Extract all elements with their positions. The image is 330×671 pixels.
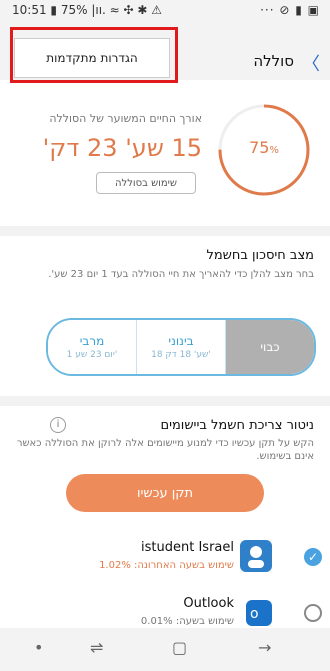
status-time: 10:51 (12, 3, 47, 17)
back-icon[interactable]: → (258, 638, 271, 657)
istudent-icon (240, 540, 272, 572)
unchecked-icon[interactable] (304, 604, 322, 622)
app-usage: שימוש בשעה: 0.01% (140, 616, 234, 627)
battery-usage-button[interactable]: שימוש בסוללה (96, 172, 196, 194)
recent-apps-icon[interactable]: ⇌ (90, 638, 103, 657)
mode-off[interactable]: כבוי (226, 320, 314, 374)
estimate-label: אורך החיים המשוער של הסוללה (49, 112, 202, 125)
list-item[interactable]: istudent Israel שימוש בשעה האחרונה: 1.02… (0, 534, 330, 590)
divider (0, 226, 330, 236)
svg-text:o: o (250, 606, 259, 622)
checked-icon[interactable]: ✓ (304, 548, 322, 566)
status-icons-right: ··· ⊘ ▮ ▣ (260, 3, 320, 17)
back-arrow-icon[interactable]: 〈 (302, 50, 320, 76)
battery-card: 75% אורך החיים המשוער של הסוללה 15 שע' 2… (0, 86, 330, 224)
home-icon[interactable]: ▢ (172, 638, 187, 657)
mode-medium[interactable]: בינוני 18 שע' 18 דק' (137, 320, 226, 374)
power-mode-title: מצב חיסכון בחשמל (206, 248, 314, 263)
status-bar: 10:51 ▮ 75% |ıı. ≈ ✣ ✱ ⚠ ··· ⊘ ▮ ▣ (0, 0, 330, 22)
power-mode-desc: בחר מצב להלן כדי להאריך את חיי הסוללה בע… (48, 269, 314, 280)
status-icons-left: ▮ 75% |ıı. ≈ ✣ ✱ ⚠ (50, 3, 163, 17)
battery-percent: 75% (249, 138, 279, 157)
app-monitor-desc: הקש על תקן עכשיו כדי למנוע מיישומים אלה … (16, 438, 314, 462)
info-icon[interactable]: i (50, 417, 66, 433)
estimate-value: 15 שע' 23 דק' (42, 134, 202, 162)
dot-icon: • (34, 638, 44, 657)
mode-max[interactable]: מרבי 1 יום 23 שע' (48, 320, 137, 374)
page-title: סוללה (253, 52, 294, 70)
navigation-bar: • ⇌ ▢ → (0, 628, 330, 671)
app-monitor-title: ניטור צריכת חשמל ביישומים (160, 418, 314, 433)
highlight-box (10, 27, 178, 83)
app-usage: שימוש בשעה האחרונה: 1.02% (99, 560, 234, 571)
outlook-icon: o (246, 600, 272, 626)
power-mode-selector: מרבי 1 יום 23 שע' בינוני 18 שע' 18 דק' כבו… (46, 318, 316, 376)
divider (0, 396, 330, 406)
fix-now-button[interactable]: תקן עכשיו (66, 474, 264, 512)
app-name: Outlook (183, 596, 234, 611)
app-name: istudent Israel (141, 540, 234, 555)
